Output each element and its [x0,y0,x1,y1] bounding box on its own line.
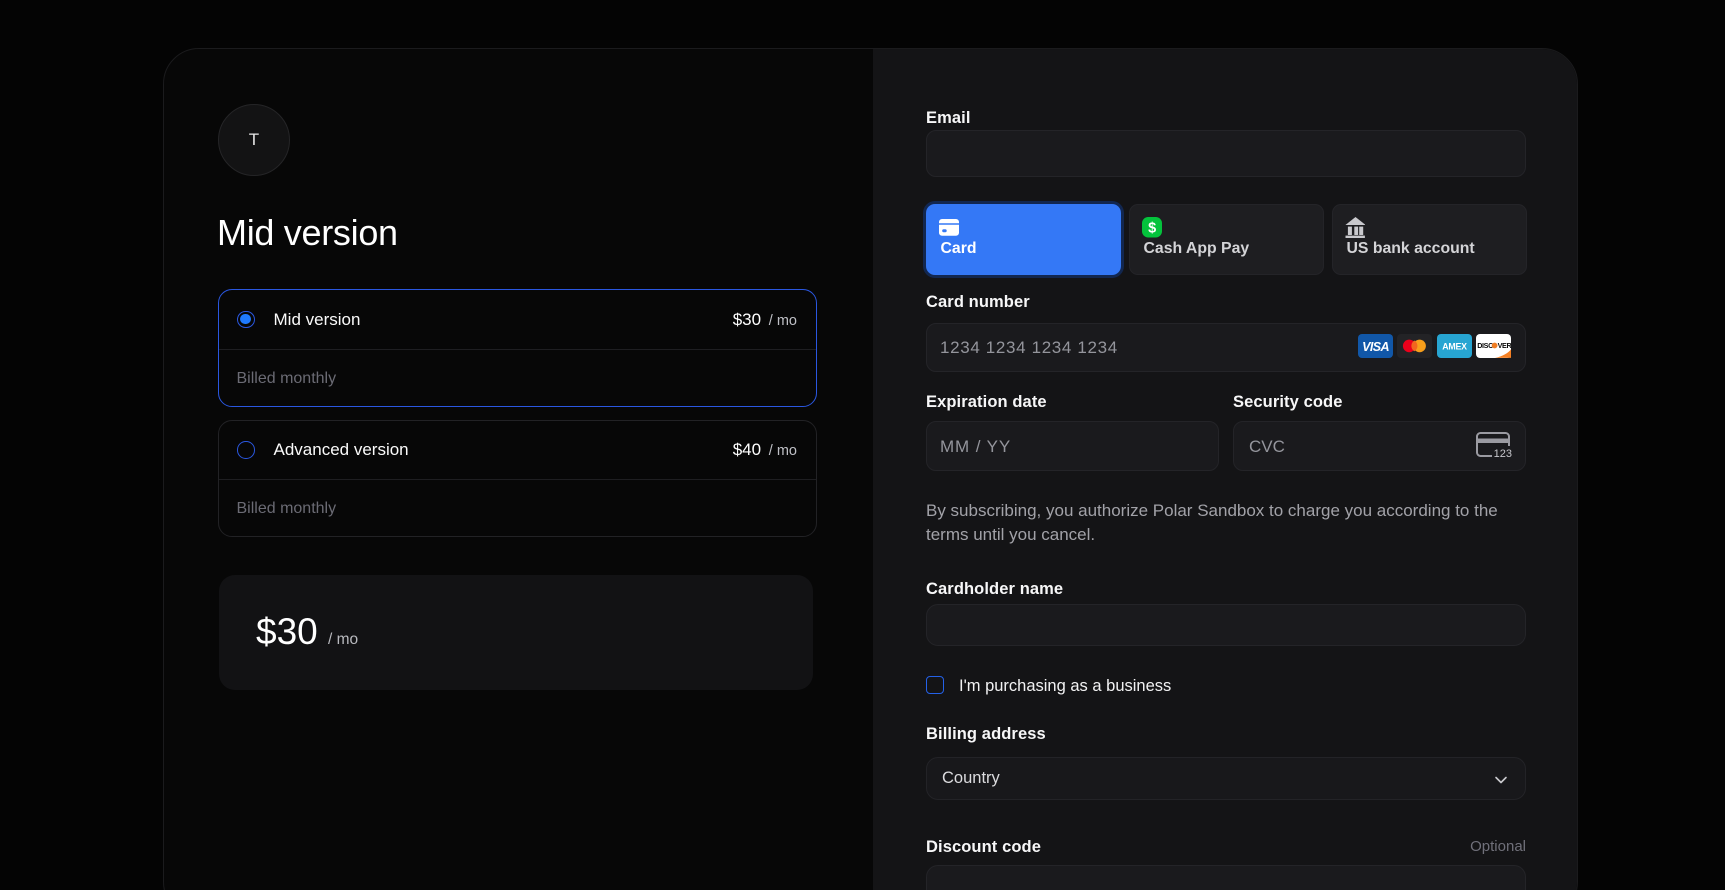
svg-text:AMEX: AMEX [1442,341,1467,351]
svg-text:$: $ [1148,220,1156,236]
svg-text:123: 123 [1494,448,1512,459]
svg-text:VER: VER [1498,341,1511,350]
svg-text:VISA: VISA [1362,340,1389,354]
svg-text:DISC: DISC [1477,341,1493,350]
